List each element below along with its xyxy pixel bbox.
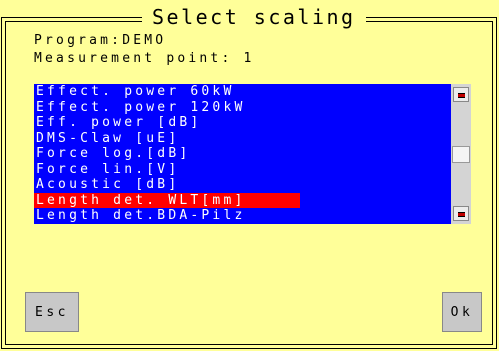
list-item[interactable]: Acoustic [dB] <box>34 177 451 193</box>
list-scrollbar[interactable] <box>451 84 471 224</box>
list-item-selected[interactable]: Length det. WLT[mm] <box>34 192 300 208</box>
list-item[interactable]: DMS-Claw [uE] <box>34 131 451 147</box>
list-item[interactable]: Effect. power 60kW <box>34 84 451 100</box>
esc-button[interactable]: Esc <box>25 292 79 332</box>
select-scaling-dialog: Select scaling Program:DEMO Measurement … <box>0 0 499 351</box>
scaling-list-items: Effect. power 60kW Effect. power 120kW E… <box>34 84 451 224</box>
list-item[interactable]: Force lin.[V] <box>34 162 451 178</box>
program-label: Program:DEMO <box>34 33 167 48</box>
scroll-up-button[interactable] <box>453 87 469 102</box>
ok-button[interactable]: Ok <box>442 292 482 332</box>
dialog-title: Select scaling <box>142 4 366 30</box>
list-item[interactable]: Eff. power [dB] <box>34 115 451 131</box>
measurement-point-label: Measurement point: 1 <box>34 51 255 66</box>
list-item[interactable]: Effect. power 120kW <box>34 100 451 116</box>
list-item[interactable]: Force log.[dB] <box>34 146 451 162</box>
scroll-down-icon <box>458 212 465 217</box>
scroll-up-icon <box>458 93 465 98</box>
scrollbar-thumb[interactable] <box>452 146 470 163</box>
scaling-list[interactable]: Effect. power 60kW Effect. power 120kW E… <box>34 84 471 224</box>
list-item[interactable]: Length det.BDA-Pilz <box>34 208 451 224</box>
scroll-down-button[interactable] <box>453 206 469 221</box>
